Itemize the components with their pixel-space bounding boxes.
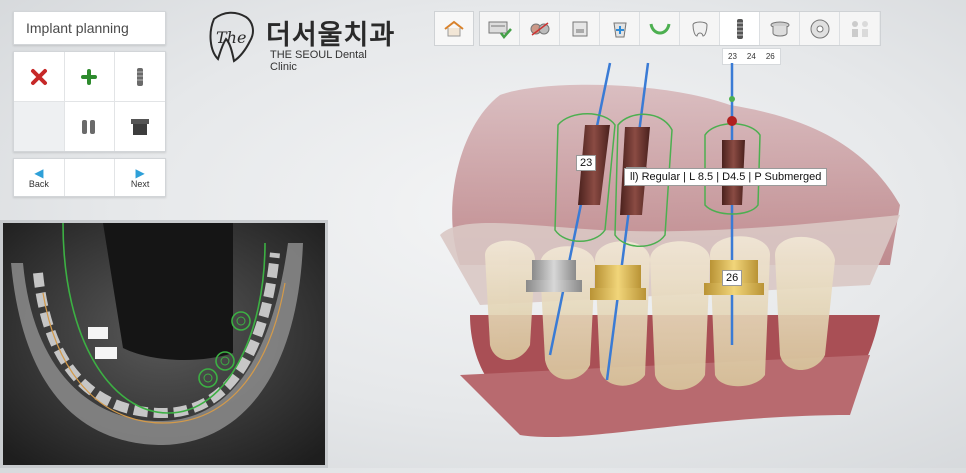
nav-spacer [64, 159, 115, 196]
empty-tool-slot [14, 102, 64, 151]
multi-implant-icon [82, 119, 96, 134]
mandible-icon [572, 21, 587, 36]
workflow-toolbar [434, 11, 881, 46]
module-title-panel: Implant planning [13, 11, 166, 45]
implant-step-icon [736, 18, 743, 39]
arrow-left-icon: ◀ [34, 165, 44, 180]
guide-icon [810, 19, 829, 38]
step-tooth[interactable] [680, 12, 720, 45]
step-export[interactable] [840, 12, 880, 45]
step-navigation: ◀ Back ▶ Next [13, 158, 166, 197]
workflow-steps [479, 11, 881, 46]
implant-spec-tooltip: ll) Regular | L 8.5 | D4.5 | P Submerged [624, 168, 828, 186]
multi-implant-button[interactable] [64, 102, 115, 151]
abutment-icon [131, 118, 150, 135]
module-title: Implant planning [26, 20, 129, 36]
add-implant-button[interactable] [64, 52, 115, 101]
export-icon [851, 20, 868, 37]
back-label: Back [28, 178, 49, 189]
clinic-name-english: THE SEOUL Dental Clinic [270, 49, 367, 73]
step-mandible[interactable] [560, 12, 600, 45]
next-label: Next [130, 178, 150, 189]
nerve-icon [612, 22, 627, 37]
clinic-logo: The 더서울치과 THE SEOUL Dental Clinic [206, 11, 396, 73]
3d-viewport[interactable] [400, 55, 966, 468]
arrow-right-icon: ▶ [135, 165, 145, 180]
sleeve-icon [770, 21, 789, 36]
delete-icon [30, 68, 47, 85]
clinic-name-korean: 더서울치과 [266, 20, 396, 50]
step-sleeve[interactable] [760, 12, 800, 45]
back-button[interactable]: ◀ Back [14, 159, 64, 196]
add-icon [81, 68, 98, 85]
home-icon [444, 20, 464, 36]
implant-library-button[interactable] [115, 52, 165, 101]
step-guide[interactable] [800, 12, 840, 45]
abutment-button[interactable] [115, 102, 165, 151]
step-segment[interactable] [520, 12, 560, 45]
implant-icon [137, 67, 144, 86]
scan-check-icon [488, 21, 512, 39]
implant-label-26[interactable]: 26 [722, 270, 743, 286]
implant-tool-grid [13, 51, 166, 152]
tooth-icon [691, 21, 708, 37]
svg-text:The: The [216, 28, 246, 47]
dental-3d-model [440, 62, 900, 438]
arch-icon [649, 23, 670, 34]
next-button[interactable]: ▶ Next [115, 159, 165, 196]
ct-slice-view[interactable] [0, 220, 328, 468]
ct-slice-image [3, 222, 325, 465]
home-button[interactable] [434, 11, 474, 46]
step-arch[interactable] [640, 12, 680, 45]
delete-implant-button[interactable] [14, 52, 64, 101]
implant-label-23[interactable]: 23 [576, 155, 597, 171]
clinic-logo-mark: The [209, 11, 254, 63]
segment-icon [530, 21, 549, 36]
step-nerve[interactable] [600, 12, 640, 45]
step-implant[interactable] [720, 12, 760, 45]
step-scan-check[interactable] [480, 12, 520, 45]
